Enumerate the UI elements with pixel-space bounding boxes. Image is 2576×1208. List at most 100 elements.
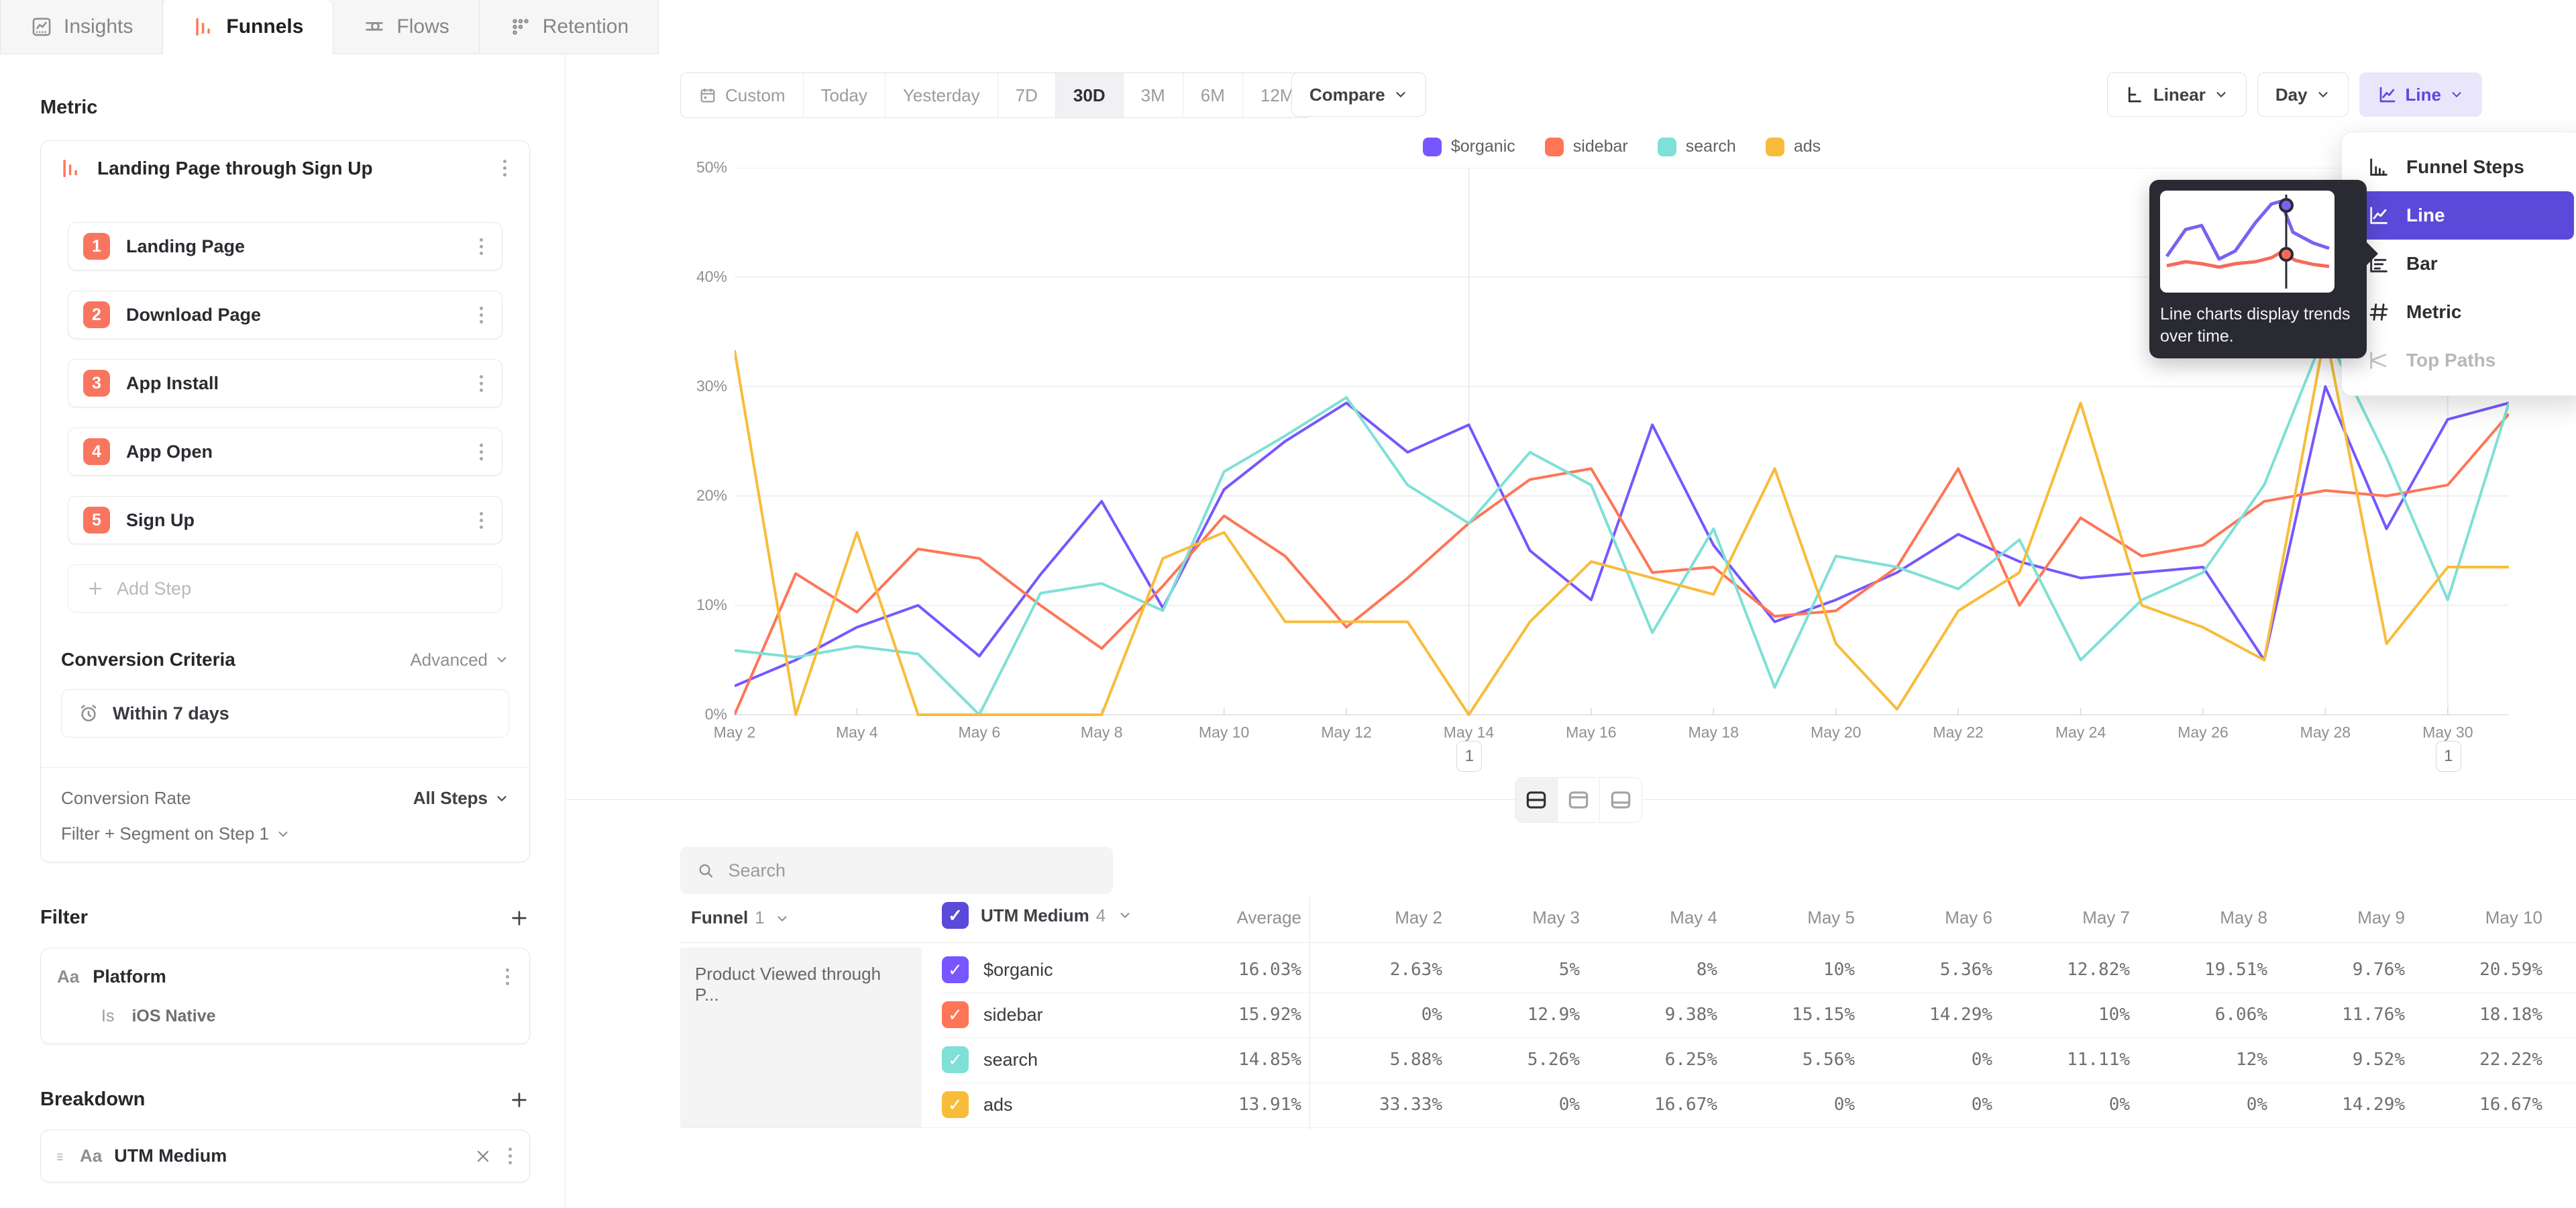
range-label: 12M	[1260, 85, 1295, 106]
annotation-badge[interactable]: 1	[1456, 741, 1482, 772]
tab-insights[interactable]: Insights	[0, 0, 163, 54]
divider	[1309, 897, 1310, 1130]
breakdown-card[interactable]: Aa UTM Medium	[40, 1129, 530, 1182]
range-custom[interactable]: Custom	[681, 73, 804, 117]
range-6m[interactable]: 6M	[1183, 73, 1243, 117]
series-checkbox[interactable]: ✓	[942, 956, 969, 983]
funnel-column-header[interactable]: Funnel1	[691, 907, 790, 928]
series-name: search	[983, 1050, 1038, 1070]
step-kebab-menu[interactable]	[476, 303, 487, 328]
line-series-search[interactable]	[735, 332, 2509, 715]
menu-item-funnel-steps[interactable]: Funnel Steps	[2353, 143, 2574, 191]
range-today[interactable]: Today	[804, 73, 885, 117]
average-value: 16.03%	[1171, 960, 1301, 980]
date-column-header[interactable]: May 4	[1587, 907, 1717, 928]
metric-header[interactable]: Landing Page through Sign Up	[41, 141, 529, 195]
step-kebab-menu[interactable]	[476, 234, 487, 259]
select-all-checkbox[interactable]: ✓	[942, 902, 969, 929]
chevron-down-icon	[775, 911, 790, 926]
table-cell: 33.33%	[1311, 1095, 1442, 1115]
funnel-step[interactable]: 3App Install	[68, 359, 502, 407]
date-column-header[interactable]: May 7	[1999, 907, 2130, 928]
metric-kebab-menu[interactable]	[499, 156, 511, 181]
date-column-header[interactable]: May 10	[2412, 907, 2542, 928]
series-checkbox[interactable]: ✓	[942, 1001, 969, 1028]
tab-funnels[interactable]: Funnels	[163, 0, 333, 54]
clock-icon	[78, 703, 99, 724]
chart-type-dropdown[interactable]: Line	[2359, 72, 2482, 117]
series-name: ads	[983, 1095, 1013, 1115]
legend-item[interactable]: search	[1658, 137, 1736, 156]
funnel-step[interactable]: 1Landing Page	[68, 222, 502, 270]
date-column-header[interactable]: May 2	[1311, 907, 1442, 928]
add-filter-button[interactable]	[508, 907, 530, 929]
funnel-name-cell[interactable]: Product Viewed through P...	[680, 948, 922, 1127]
advanced-dropdown[interactable]: Advanced	[410, 650, 509, 670]
range-label: 30D	[1073, 85, 1106, 106]
scale-dropdown[interactable]: Linear	[2107, 72, 2247, 117]
funnel-step[interactable]: 5Sign Up	[68, 496, 502, 544]
step-kebab-menu[interactable]	[476, 508, 487, 533]
annotation-badge[interactable]: 1	[2436, 741, 2461, 772]
retention-icon	[509, 15, 532, 38]
date-column-header[interactable]: May 3	[1449, 907, 1580, 928]
filter-segment-dropdown[interactable]: Filter + Segment on Step 1	[41, 809, 529, 844]
table-cell: 6.25%	[1587, 1050, 1717, 1070]
layout-chart-button[interactable]	[1558, 778, 1600, 822]
range-3m[interactable]: 3M	[1124, 73, 1183, 117]
series-checkbox[interactable]: ✓	[942, 1091, 969, 1118]
line-series-organic[interactable]	[735, 387, 2509, 686]
step-label: Landing Page	[126, 236, 460, 257]
breakdown-column-header[interactable]: ✓ UTM Medium4	[942, 902, 1132, 929]
all-steps-dropdown[interactable]: All Steps	[413, 788, 509, 809]
series-name: $organic	[983, 960, 1053, 980]
menu-item-line[interactable]: Line	[2353, 191, 2574, 240]
conversion-window-button[interactable]: Within 7 days	[61, 689, 509, 738]
filter-property-row[interactable]: Aa Platform	[57, 964, 513, 989]
funnel-step[interactable]: 2Download Page	[68, 291, 502, 339]
date-column-header[interactable]: May 8	[2137, 907, 2267, 928]
step-kebab-menu[interactable]	[476, 440, 487, 464]
table-cell: 0%	[1449, 1095, 1580, 1115]
range-30d[interactable]: 30D	[1056, 73, 1124, 117]
table-cell: 18.18%	[2412, 1005, 2542, 1025]
layout-split-button[interactable]	[1515, 778, 1558, 822]
add-step-button[interactable]: Add Step	[68, 564, 502, 613]
step-kebab-menu[interactable]	[476, 371, 487, 396]
series-checkbox[interactable]: ✓	[942, 1046, 969, 1073]
funnel-step[interactable]: 4App Open	[68, 427, 502, 476]
legend-item[interactable]: sidebar	[1545, 137, 1628, 156]
date-column-header[interactable]: May 9	[2274, 907, 2405, 928]
average-value: 14.85%	[1171, 1050, 1301, 1070]
date-column-header[interactable]: May 5	[1724, 907, 1855, 928]
chevron-down-icon	[2214, 87, 2229, 102]
tab-flows[interactable]: Flows	[333, 0, 479, 54]
string-property-icon: Aa	[57, 966, 79, 987]
remove-breakdown-button[interactable]	[474, 1147, 492, 1166]
menu-item-bar[interactable]: Bar	[2353, 240, 2574, 288]
y-axis-tick: 40%	[660, 268, 727, 286]
date-column-header[interactable]: May 6	[1862, 907, 1992, 928]
tab-retention[interactable]: Retention	[480, 0, 659, 54]
compare-button[interactable]: Compare	[1291, 72, 1426, 117]
line-series-ads[interactable]	[735, 332, 2509, 715]
legend-label: search	[1686, 137, 1736, 156]
add-breakdown-button[interactable]	[508, 1089, 530, 1111]
line-chart-icon	[2367, 204, 2390, 227]
legend-item[interactable]: $organic	[1423, 137, 1515, 156]
drag-handle-icon[interactable]	[54, 1150, 68, 1163]
interval-dropdown[interactable]: Day	[2257, 72, 2349, 117]
range-7d[interactable]: 7D	[998, 73, 1056, 117]
menu-item-metric[interactable]: Metric	[2353, 288, 2574, 336]
range-yesterday[interactable]: Yesterday	[885, 73, 998, 117]
filter-kebab-menu[interactable]	[502, 964, 513, 989]
filter-property-name: Platform	[93, 966, 488, 987]
menu-item-top-paths[interactable]: Top Paths	[2353, 336, 2574, 385]
layout-table-button[interactable]	[1600, 778, 1642, 822]
search-input[interactable]	[727, 860, 1097, 882]
filter-condition[interactable]: Is iOS Native	[57, 989, 513, 1026]
legend-item[interactable]: ads	[1766, 137, 1821, 156]
average-column-header[interactable]: Average	[1171, 907, 1301, 928]
layout-toggle	[1515, 777, 1642, 823]
breakdown-kebab-menu[interactable]	[504, 1144, 516, 1168]
